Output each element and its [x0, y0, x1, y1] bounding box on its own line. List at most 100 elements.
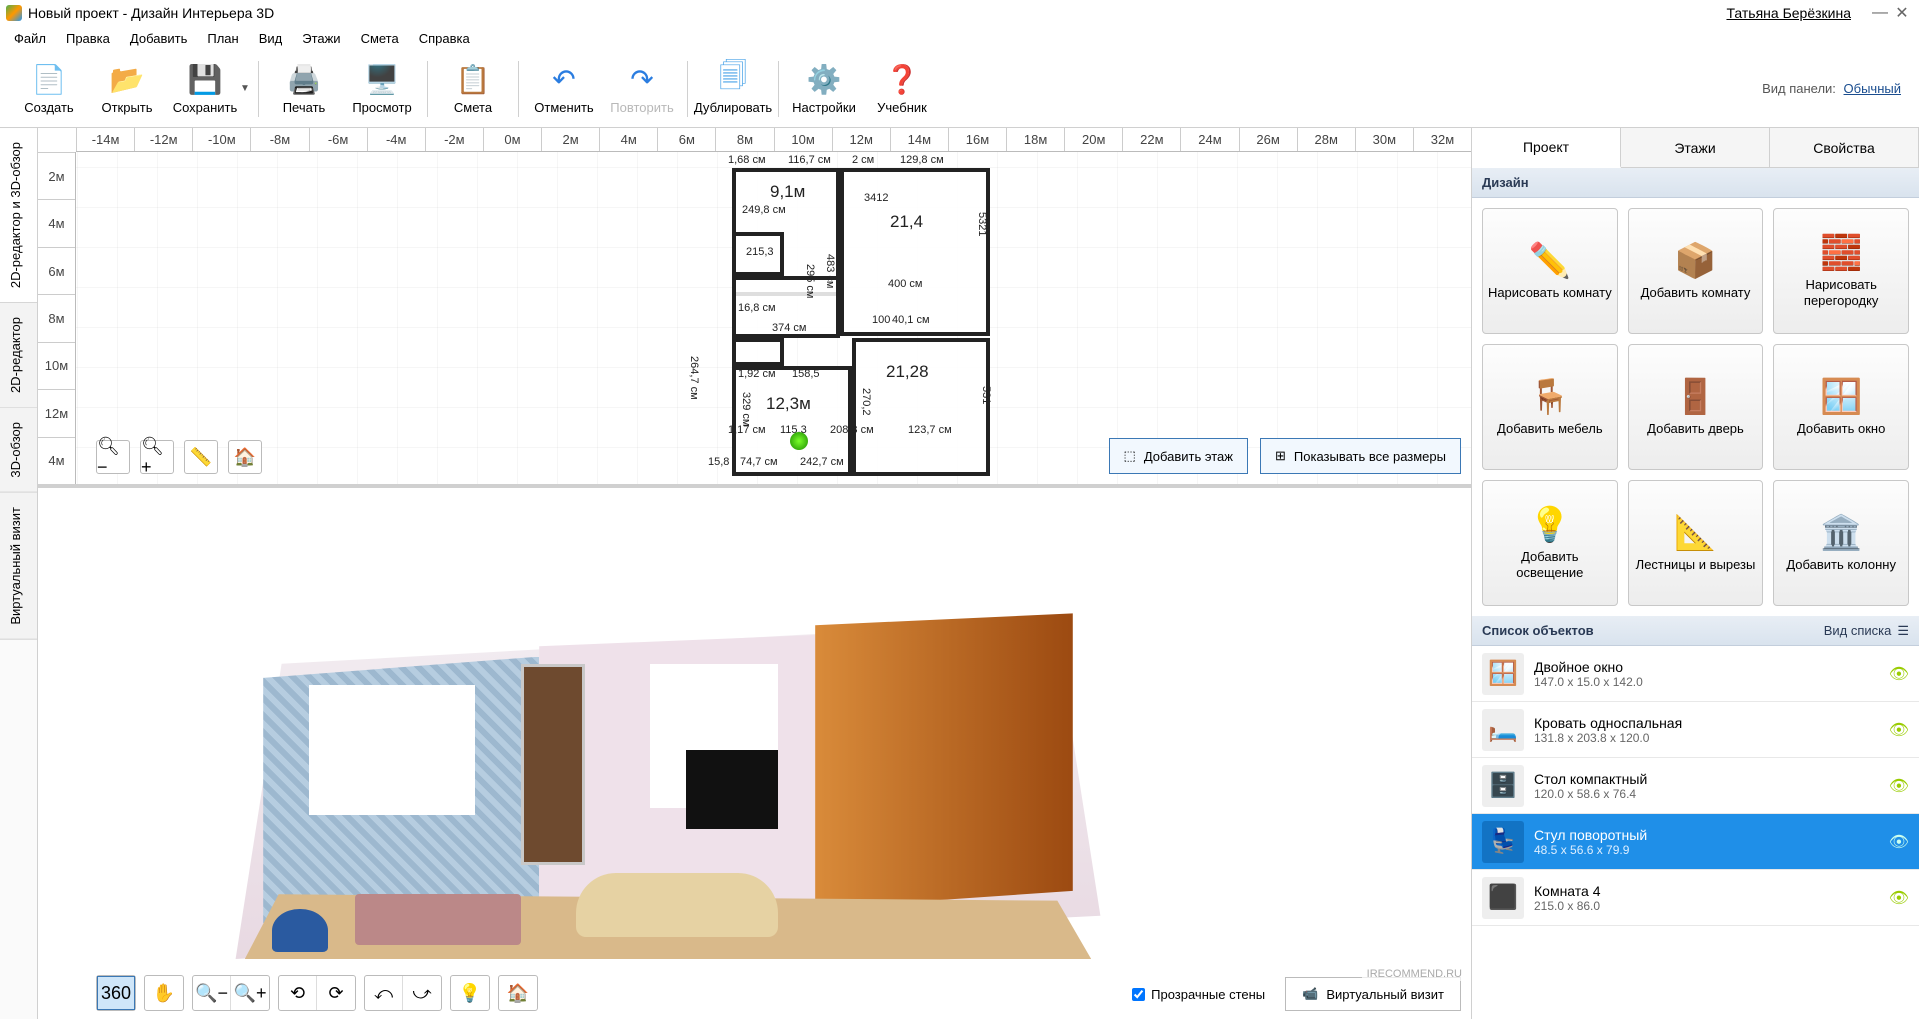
show-dims-button[interactable]: ⊞Показывать все размеры [1260, 438, 1461, 474]
draw-partition-button[interactable]: 🧱Нарисовать перегородку [1773, 208, 1909, 334]
menu-help[interactable]: Справка [411, 29, 478, 48]
window-icon: 🪟 [1820, 377, 1862, 417]
menu-floors[interactable]: Этажи [294, 29, 348, 48]
bulb-icon: 💡 [1529, 505, 1571, 545]
menu-file[interactable]: Файл [6, 29, 54, 48]
ruler-vertical: 2м4м6м8м10м12м4м [38, 152, 76, 484]
separator [778, 61, 779, 117]
zoom-out-icon[interactable]: 🔍︎− [96, 440, 130, 474]
camera-marker-icon[interactable] [790, 432, 808, 450]
menu-plan[interactable]: План [199, 29, 246, 48]
rotate-ccw-icon[interactable]: ⟲ [279, 976, 317, 1010]
tab-properties[interactable]: Свойства [1770, 128, 1919, 167]
add-lighting-button[interactable]: 💡Добавить освещение [1482, 480, 1618, 606]
center-viewports: -14м-12м-10м-8м-6м-4м-2м0м2м4м6м8м10м12м… [38, 128, 1471, 1019]
close-icon[interactable]: ✕ [1891, 3, 1913, 23]
view3d-right-controls: Прозрачные стены 📹Виртуальный визит [1132, 977, 1461, 1011]
window-thumb-icon: 🪟 [1482, 653, 1524, 695]
orbit-360-icon[interactable]: 360 [97, 976, 135, 1010]
add-door-button[interactable]: 🚪Добавить дверь [1628, 344, 1764, 470]
dimensions-icon: ⊞ [1275, 448, 1286, 464]
camera-icon: 📹 [1302, 986, 1318, 1002]
duplicate-button[interactable]: 🗐Дублировать [694, 53, 772, 125]
home-icon[interactable]: 🏠 [228, 440, 262, 474]
settings-button[interactable]: ⚙️Настройки [785, 53, 863, 125]
chair-icon: 🪑 [1529, 377, 1571, 417]
tab-virtual-visit[interactable]: Виртуальный визит [0, 493, 37, 640]
create-button[interactable]: 📄Создать [10, 53, 88, 125]
right-panel: Проект Этажи Свойства Дизайн ✏️Нарисоват… [1471, 128, 1919, 1019]
list-item[interactable]: ⬛Комната 4215.0 x 86.0👁 [1472, 870, 1919, 926]
visibility-icon[interactable]: 👁 [1889, 776, 1909, 796]
menu-add[interactable]: Добавить [122, 29, 195, 48]
print-button[interactable]: 🖨️Печать [265, 53, 343, 125]
redo-button[interactable]: ↷Повторить [603, 53, 681, 125]
list-item[interactable]: 🪟Двойное окно147.0 x 15.0 x 142.0👁 [1472, 646, 1919, 702]
box-icon: 📦 [1674, 241, 1716, 281]
pan-icon[interactable]: ✋ [145, 976, 183, 1010]
zoom-in-3d-icon[interactable]: 🔍+ [231, 976, 269, 1010]
workspace: 2D-редактор и 3D-обзор 2D-редактор 3D-об… [0, 128, 1919, 1019]
menu-edit[interactable]: Правка [58, 29, 118, 48]
minimize-icon[interactable]: — [1869, 4, 1891, 22]
visibility-icon[interactable]: 👁 [1889, 832, 1909, 852]
room-thumb-icon: ⬛ [1482, 877, 1524, 919]
tilt-right-icon[interactable]: ⤻ [403, 976, 441, 1010]
home-3d-icon[interactable]: 🏠 [499, 976, 537, 1010]
view3d-toolbar: 360 ✋ 🔍− 🔍+ ⟲ ⟳ ⤺ ⤻ 💡 🏠 [96, 975, 538, 1011]
tab-3d-view[interactable]: 3D-обзор [0, 408, 37, 493]
rotate-cw-icon[interactable]: ⟳ [317, 976, 355, 1010]
list-item[interactable]: 💺Стул поворотный48.5 x 56.6 x 79.9👁 [1472, 814, 1919, 870]
zoom-out-3d-icon[interactable]: 🔍− [193, 976, 231, 1010]
zoom-in-icon[interactable]: 🔍︎+ [140, 440, 174, 474]
add-floor-button[interactable]: ⬚Добавить этаж [1109, 438, 1248, 474]
view-3d[interactable]: 360 ✋ 🔍− 🔍+ ⟲ ⟳ ⤺ ⤻ 💡 🏠 Прозрачные с [38, 488, 1471, 1019]
list-item[interactable]: 🛏️Кровать односпальная131.8 x 203.8 x 12… [1472, 702, 1919, 758]
save-dropdown-icon[interactable]: ▼ [240, 83, 252, 94]
column-icon: 🏛️ [1820, 513, 1862, 553]
view-2d[interactable]: -14м-12м-10м-8м-6м-4м-2м0м2м4м6м8м10м12м… [38, 128, 1471, 488]
objects-section-header: Список объектов Вид списка ☰ [1472, 616, 1919, 646]
menubar: Файл Правка Добавить План Вид Этажи Смет… [0, 26, 1919, 50]
add-window-button[interactable]: 🪟Добавить окно [1773, 344, 1909, 470]
save-button[interactable]: 💾Сохранить [166, 53, 244, 125]
gear-icon: ⚙️ [807, 62, 841, 96]
tilt-left-icon[interactable]: ⤺ [365, 976, 403, 1010]
lighting-icon[interactable]: 💡 [451, 976, 489, 1010]
user-name[interactable]: Татьяна Берёзкина [1726, 5, 1851, 21]
floorplan[interactable]: 1,68 см 116,7 см 2 см 129,8 см 9,1м 249,… [732, 168, 1000, 488]
list-item[interactable]: 🗄️Стол компактный120.0 x 58.6 x 76.4👁 [1472, 758, 1919, 814]
add-furniture-button[interactable]: 🪑Добавить мебель [1482, 344, 1618, 470]
ruler-horizontal: -14м-12м-10м-8м-6м-4м-2м0м2м4м6м8м10м12м… [76, 128, 1471, 152]
tab-2d-3d-combo[interactable]: 2D-редактор и 3D-обзор [0, 128, 37, 303]
tab-project[interactable]: Проект [1472, 128, 1621, 168]
undo-button[interactable]: ↶Отменить [525, 53, 603, 125]
list-view-icon: ☰ [1897, 623, 1909, 639]
transparent-walls-checkbox[interactable]: Прозрачные стены [1132, 987, 1265, 1002]
menu-estimate[interactable]: Смета [353, 29, 407, 48]
stairs-icon: 📐 [1674, 513, 1716, 553]
virtual-visit-button[interactable]: 📹Виртуальный визит [1285, 977, 1461, 1011]
visibility-icon[interactable]: 👁 [1889, 664, 1909, 684]
list-view-toggle[interactable]: Вид списка ☰ [1824, 623, 1909, 639]
add-column-button[interactable]: 🏛️Добавить колонну [1773, 480, 1909, 606]
measure-icon[interactable]: 📏 [184, 440, 218, 474]
window-title: Новый проект - Дизайн Интерьера 3D [28, 5, 1726, 21]
printer-icon: 🖨️ [287, 62, 321, 96]
tab-floors[interactable]: Этажи [1621, 128, 1770, 167]
view2d-toolbar: 🔍︎− 🔍︎+ 📏 🏠 [96, 440, 262, 474]
visibility-icon[interactable]: 👁 [1889, 888, 1909, 908]
estimate-button[interactable]: 📋Смета [434, 53, 512, 125]
stairs-cutouts-button[interactable]: 📐Лестницы и вырезы [1628, 480, 1764, 606]
tab-2d-editor[interactable]: 2D-редактор [0, 303, 37, 408]
layers-icon: ⬚ [1124, 448, 1136, 464]
menu-view[interactable]: Вид [251, 29, 291, 48]
panel-mode-link[interactable]: Обычный [1844, 81, 1901, 96]
tutorial-button[interactable]: ❓Учебник [863, 53, 941, 125]
visibility-icon[interactable]: 👁 [1889, 720, 1909, 740]
draw-room-button[interactable]: ✏️Нарисовать комнату [1482, 208, 1618, 334]
door-icon: 🚪 [1674, 377, 1716, 417]
open-button[interactable]: 📂Открыть [88, 53, 166, 125]
preview-button[interactable]: 🖥️Просмотр [343, 53, 421, 125]
add-room-button[interactable]: 📦Добавить комнату [1628, 208, 1764, 334]
